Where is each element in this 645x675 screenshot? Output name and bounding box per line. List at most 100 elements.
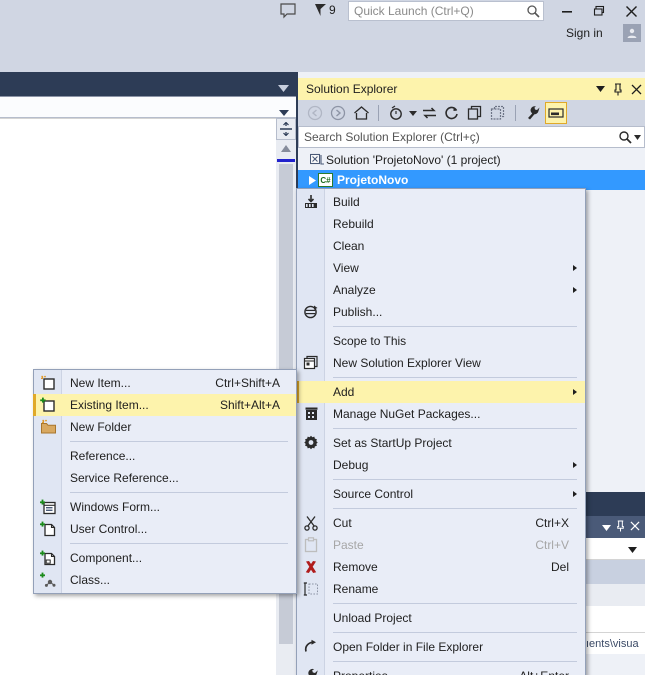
menu-item-label: New Solution Explorer View	[333, 356, 481, 370]
solution-explorer-title-bar[interactable]: Solution Explorer	[298, 78, 645, 100]
menu-item-label: User Control...	[70, 522, 148, 536]
show-all-files-icon[interactable]	[487, 102, 509, 124]
menu-item-label: Component...	[70, 551, 143, 565]
menu-item-class[interactable]: Class...	[34, 569, 296, 591]
split-view-icon[interactable]	[276, 118, 296, 140]
pending-changes-icon[interactable]	[385, 102, 407, 124]
chevron-down-icon[interactable]	[279, 105, 289, 119]
properties-panel-title-bar[interactable]	[586, 516, 645, 538]
close-button[interactable]	[618, 0, 644, 22]
project-context-menu[interactable]: Build Rebuild Clean View Analyze Publish... Sc…	[296, 188, 586, 675]
menu-item-shortcut: Ctrl+V	[535, 538, 569, 552]
menu-item-shortcut: Del	[550, 560, 569, 574]
properties-row-selected[interactable]	[586, 560, 645, 584]
properties-toolbar[interactable]	[586, 538, 645, 560]
menu-item-open-folder-in-file-explorer[interactable]: Open Folder in File Explorer	[297, 636, 585, 658]
menu-item-view[interactable]: View	[297, 257, 585, 279]
search-icon[interactable]	[614, 130, 644, 144]
menu-item-user-control[interactable]: User Control...	[34, 518, 296, 540]
chevron-down-icon[interactable]	[591, 86, 609, 92]
solution-explorer-search[interactable]: Search Solution Explorer (Ctrl+ç)	[298, 126, 645, 148]
preview-selected-items-icon[interactable]	[545, 102, 567, 124]
menu-item-unload-project[interactable]: Unload Project	[297, 607, 585, 629]
quick-launch-input[interactable]: Quick Launch (Ctrl+Q)	[349, 4, 523, 18]
menu-item-cut[interactable]: Cut Ctrl+X	[297, 512, 585, 534]
menu-item-manage-nuget-packages[interactable]: Manage NuGet Packages...	[297, 403, 585, 425]
menu-item-debug[interactable]: Debug	[297, 454, 585, 476]
scroll-position-marker	[277, 159, 295, 162]
menu-item-rename[interactable]: Rename	[297, 578, 585, 600]
no-icon	[297, 607, 325, 629]
menu-item-reference[interactable]: Reference...	[34, 445, 296, 467]
menu-item-add[interactable]: Add	[296, 381, 585, 403]
menu-item-shortcut: Alt+Enter	[519, 669, 585, 675]
menu-separator	[333, 508, 577, 509]
editor-navigation-bar[interactable]	[0, 96, 296, 118]
minimize-button[interactable]	[554, 0, 580, 22]
menu-item-scope-to-this[interactable]: Scope to This	[297, 330, 585, 352]
collapse-all-icon[interactable]	[464, 102, 486, 124]
menu-item-clean[interactable]: Clean	[297, 235, 585, 257]
restore-button[interactable]	[586, 0, 612, 22]
sync-with-active-document-icon[interactable]	[418, 102, 440, 124]
project-node-label: ProjetoNovo	[337, 173, 409, 187]
search-input[interactable]: Search Solution Explorer (Ctrl+ç)	[299, 130, 614, 144]
scroll-up-arrow-icon[interactable]	[276, 140, 296, 157]
properties-row[interactable]	[586, 606, 645, 632]
menu-item-rebuild[interactable]: Rebuild	[297, 213, 585, 235]
menu-item-label: Open Folder in File Explorer	[333, 640, 484, 654]
panel-title: Solution Explorer	[306, 82, 398, 96]
menu-item-properties[interactable]: PropertiesAlt+Enter	[297, 665, 585, 675]
context-menu-items: Build Rebuild Clean View Analyze Publish... Sc…	[296, 189, 585, 675]
menu-item-build[interactable]: Build	[297, 191, 585, 213]
no-icon	[297, 279, 325, 301]
menu-item-label: Add	[333, 385, 355, 399]
solution-node[interactable]: Solution 'ProjetoNovo' (1 project)	[298, 150, 645, 170]
project-node[interactable]: C# ProjetoNovo	[298, 170, 645, 190]
chevron-down-icon[interactable]	[633, 134, 641, 140]
user-avatar-icon[interactable]	[623, 24, 641, 42]
menu-item-existing-item[interactable]: Existing Item... Shift+Alt+A	[33, 394, 296, 416]
menu-separator	[333, 428, 577, 429]
home-icon[interactable]	[350, 102, 372, 124]
menu-item-source-control[interactable]: Source Control	[297, 483, 585, 505]
chevron-down-icon[interactable]	[408, 102, 417, 124]
menu-item-service-reference[interactable]: Service Reference...	[34, 467, 296, 489]
menu-separator	[70, 441, 288, 442]
close-icon[interactable]	[627, 84, 645, 95]
menu-item-analyze[interactable]: Analyze	[297, 279, 585, 301]
notification-flag[interactable]: 9	[313, 1, 336, 19]
properties-row[interactable]	[586, 584, 645, 606]
properties-description-area	[586, 654, 645, 675]
menu-item-label: Service Reference...	[70, 471, 179, 485]
properties-wrench-icon[interactable]	[522, 102, 544, 124]
solution-node-label: Solution 'ProjetoNovo' (1 project)	[326, 153, 501, 167]
feedback-bubble-icon[interactable]	[279, 3, 297, 19]
pin-icon[interactable]	[615, 519, 626, 535]
expander-icon[interactable]	[306, 175, 318, 185]
quick-launch-box[interactable]: Quick Launch (Ctrl+Q)	[348, 1, 544, 21]
menu-item-publish[interactable]: Publish...	[297, 301, 585, 323]
refresh-icon[interactable]	[441, 102, 463, 124]
menu-item-remove[interactable]: Remove Del	[297, 556, 585, 578]
menu-item-new-folder[interactable]: New Folder	[34, 416, 296, 438]
menu-item-new-item[interactable]: New Item... Ctrl+Shift+A	[34, 372, 296, 394]
toolbar-separator	[378, 105, 379, 121]
forward-icon[interactable]	[327, 102, 349, 124]
add-submenu[interactable]: New Item... Ctrl+Shift+A Existing Item... S…	[33, 369, 297, 594]
existing-item-icon	[34, 394, 62, 416]
close-icon[interactable]	[630, 520, 640, 534]
pin-icon[interactable]	[609, 82, 627, 96]
menu-item-new-solution-explorer-view[interactable]: New Solution Explorer View	[297, 352, 585, 374]
menu-item-windows-form[interactable]: Windows Form...	[34, 496, 296, 518]
sign-in-button[interactable]: Sign in	[566, 26, 603, 40]
back-icon[interactable]	[304, 102, 326, 124]
csharp-project-icon: C#	[318, 173, 333, 187]
document-tab-strip	[0, 72, 296, 96]
menu-item-label: Rebuild	[333, 217, 374, 231]
chevron-down-icon[interactable]	[628, 542, 637, 556]
chevron-down-icon[interactable]	[602, 520, 611, 534]
menu-item-component[interactable]: Component...	[34, 547, 296, 569]
chevron-down-icon[interactable]	[278, 81, 289, 95]
menu-item-set-as-startup-project[interactable]: Set as StartUp Project	[297, 432, 585, 454]
